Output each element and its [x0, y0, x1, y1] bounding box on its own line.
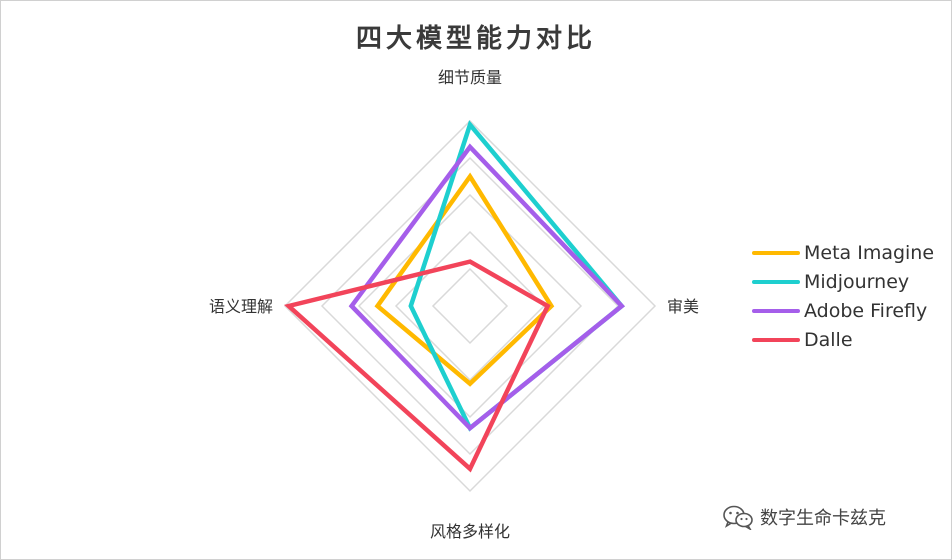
legend-swatch-meta-imagine: [752, 250, 800, 255]
axis-labels: 细节质量审美风格多样化 语义理解: [209, 68, 699, 541]
series-midjourney: [408, 120, 625, 432]
legend-item-dalle: Dalle: [752, 325, 934, 354]
legend-item-adobe-firefly: Adobe Firefly: [752, 296, 934, 325]
watermark: 数字生命卡兹克: [722, 504, 886, 530]
legend-swatch-adobe-firefly: [752, 308, 800, 313]
legend-label-adobe-firefly: Adobe Firefly: [804, 299, 928, 322]
axis-label-1: 审美: [667, 297, 699, 316]
legend: Meta Imagine Midjourney Adobe Firefly Da…: [752, 238, 934, 354]
grid-ring-1: [431, 267, 509, 345]
legend-label-dalle: Dalle: [804, 328, 853, 351]
legend-swatch-dalle: [752, 337, 800, 342]
grid-ring-4: [320, 156, 620, 456]
legend-label-meta-imagine: Meta Imagine: [804, 241, 935, 264]
watermark-text: 数字生命卡兹克: [760, 508, 886, 529]
legend-swatch-midjourney: [752, 279, 800, 284]
legend-item-meta-imagine: Meta Imagine: [752, 238, 934, 267]
axis-label-0: 细节质量: [438, 68, 502, 87]
wechat-icon: [723, 505, 753, 530]
legend-label-midjourney: Midjourney: [804, 270, 910, 293]
axis-label-2: 风格多样化: [430, 522, 510, 541]
legend-item-midjourney: Midjourney: [752, 267, 934, 296]
axis-label-3: 语义理解: [209, 297, 273, 316]
